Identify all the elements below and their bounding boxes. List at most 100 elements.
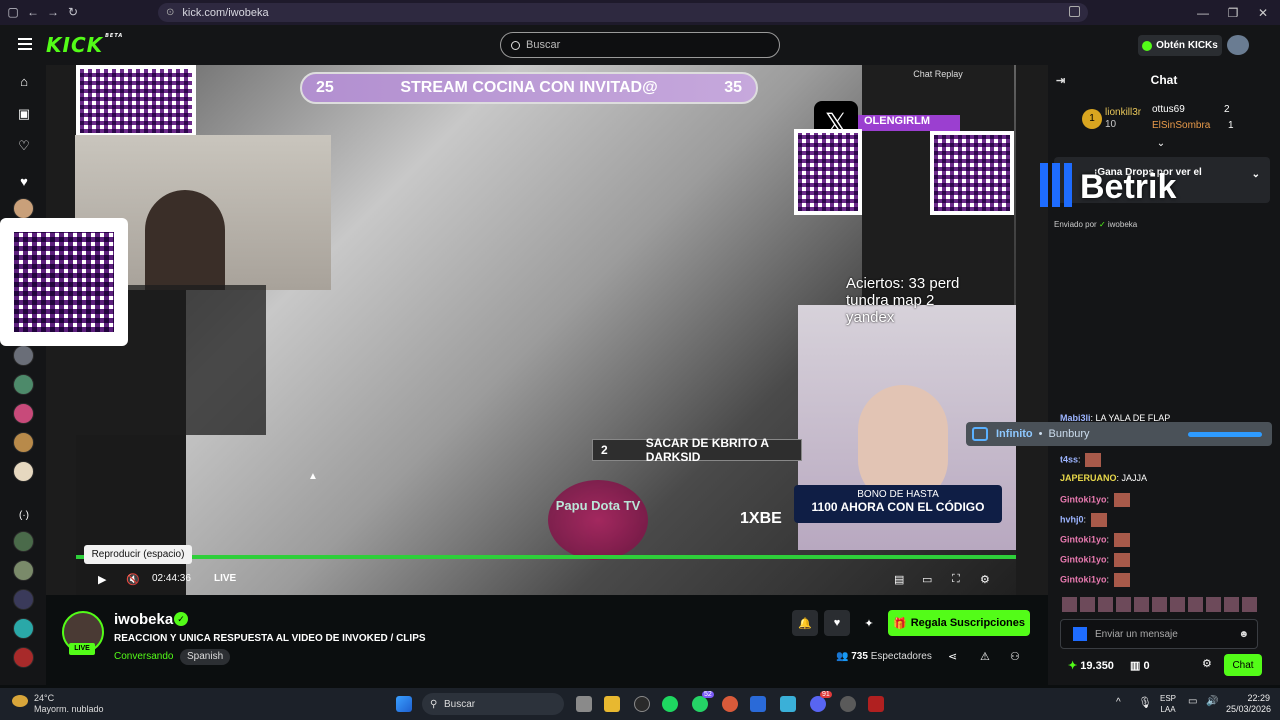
chat-send-button[interactable]: Chat: [1224, 654, 1262, 676]
chat-username[interactable]: t4ss: [1060, 454, 1078, 464]
site-info-icon[interactable]: ⊙: [166, 7, 174, 18]
system-clock[interactable]: 22:29 25/03/2026: [1226, 693, 1271, 715]
progress-bar[interactable]: [76, 555, 1016, 559]
video-player[interactable]: 25 STREAM COCINA CON INVITAD@ 35 Chat Re…: [46, 65, 1048, 595]
share-icon[interactable]: ⋖: [948, 650, 957, 663]
emote[interactable]: [1224, 597, 1239, 612]
minimize-icon[interactable]: —: [1186, 0, 1220, 25]
follow-heart-button[interactable]: ♥: [824, 610, 850, 636]
recommended-channel-avatar[interactable]: [13, 589, 34, 610]
browser-app-icon[interactable]: [634, 696, 650, 712]
chat-username[interactable]: Gintoki1yo: [1060, 554, 1107, 564]
gift-balance[interactable]: ▥ 0: [1130, 659, 1150, 672]
expand-leaderboard-icon[interactable]: ⌄: [1152, 135, 1170, 153]
dota-icon[interactable]: [868, 696, 884, 712]
emote[interactable]: [1080, 597, 1095, 612]
taskbar-search[interactable]: ⚲ Buscar: [422, 693, 564, 715]
language-indicator[interactable]: ESP LAA: [1160, 693, 1176, 715]
following-icon[interactable]: ♡: [15, 137, 33, 155]
tray-expand-icon[interactable]: ^: [1116, 697, 1121, 708]
emote[interactable]: [1116, 597, 1131, 612]
followed-channel-avatar[interactable]: [13, 403, 34, 424]
address-bar[interactable]: ⊙ kick.com/iwobeka: [158, 3, 1088, 22]
chat-username[interactable]: Gintoki1yo: [1060, 574, 1107, 584]
microphone-icon[interactable]: 🎙: [1138, 696, 1152, 709]
fullscreen-icon[interactable]: ⛶: [952, 573, 960, 586]
channel-name[interactable]: iwobeka: [114, 611, 173, 628]
app-icon[interactable]: [840, 696, 856, 712]
app-icon[interactable]: [750, 696, 766, 712]
chevron-down-icon[interactable]: ⌄: [1252, 169, 1260, 180]
emote[interactable]: [1134, 597, 1149, 612]
leader-name[interactable]: lionkill3r: [1105, 107, 1141, 118]
home-icon[interactable]: ⌂: [15, 73, 33, 91]
collapse-chat-icon[interactable]: ⇥: [1056, 74, 1065, 87]
app-icon[interactable]: [722, 696, 738, 712]
discord-icon[interactable]: [810, 696, 826, 712]
network-icon[interactable]: ▭: [1188, 696, 1197, 707]
get-kicks-button[interactable]: Obtén KICKs: [1138, 35, 1222, 56]
recommended-channel-avatar[interactable]: [13, 531, 34, 552]
maximize-icon[interactable]: ❐: [1216, 0, 1250, 25]
favorites-icon[interactable]: ♥: [15, 173, 33, 191]
followed-channel-avatar[interactable]: [13, 374, 34, 395]
windows-start-icon[interactable]: [396, 696, 412, 712]
notepad-icon[interactable]: [780, 696, 796, 712]
emote[interactable]: [1206, 597, 1221, 612]
back-icon[interactable]: ←: [22, 1, 44, 23]
followed-channel-avatar[interactable]: [13, 345, 34, 366]
menu-icon[interactable]: [18, 38, 32, 50]
chat-message-input[interactable]: Enviar un mensaje ☻: [1060, 619, 1258, 649]
followed-channel-avatar[interactable]: [13, 198, 34, 219]
reader-mode-icon[interactable]: [1069, 6, 1080, 17]
volume-icon[interactable]: 🔊: [1206, 696, 1218, 707]
chat-username[interactable]: hvhj0: [1060, 514, 1084, 524]
recommended-channel-avatar[interactable]: [13, 647, 34, 668]
leader-name[interactable]: ElSinSombra: [1152, 120, 1210, 131]
user-avatar[interactable]: [1227, 35, 1249, 55]
whatsapp-icon[interactable]: [692, 696, 708, 712]
emoji-icon[interactable]: ☻: [1238, 629, 1249, 640]
close-icon[interactable]: ✕: [1246, 0, 1280, 25]
live-radio-icon[interactable]: (·): [15, 507, 33, 525]
forward-icon[interactable]: →: [42, 1, 64, 23]
task-view-icon[interactable]: [576, 696, 592, 712]
stream-category[interactable]: Conversando: [114, 651, 173, 662]
gift-subscriptions-button[interactable]: 🎁 Regala Suscripciones: [888, 610, 1030, 636]
live-indicator[interactable]: LIVE: [214, 573, 236, 584]
leader-name[interactable]: ottus69: [1152, 104, 1185, 115]
emote[interactable]: [1098, 597, 1113, 612]
clip-icon[interactable]: ▤: [894, 573, 904, 586]
emote-bar[interactable]: [1062, 597, 1272, 615]
chat-settings-icon[interactable]: ⚙: [1202, 657, 1212, 670]
report-icon[interactable]: ⚠: [980, 650, 990, 663]
play-button[interactable]: ▶: [98, 573, 106, 586]
emote[interactable]: [1170, 597, 1185, 612]
emote[interactable]: [1242, 597, 1257, 612]
emote[interactable]: [1152, 597, 1167, 612]
language-tag[interactable]: Spanish: [180, 649, 231, 665]
notification-bell-button[interactable]: 🔔: [792, 610, 818, 636]
settings-icon[interactable]: ⚙: [980, 573, 990, 586]
user-options-icon[interactable]: ⚇: [1010, 650, 1020, 663]
reload-icon[interactable]: ↻: [62, 1, 84, 23]
weather-widget[interactable]: 24°C Mayorm. nublado: [12, 693, 104, 715]
recommended-channel-avatar[interactable]: [13, 618, 34, 639]
browse-icon[interactable]: ▣: [15, 105, 33, 123]
search-input[interactable]: Buscar: [500, 32, 780, 58]
kicks-balance[interactable]: ✦ 19.350: [1068, 659, 1114, 672]
volume-muted-icon[interactable]: 🔇: [126, 573, 140, 586]
recommended-channel-avatar[interactable]: [13, 560, 34, 581]
emote[interactable]: [1188, 597, 1203, 612]
followed-channel-avatar[interactable]: [13, 432, 34, 453]
spotify-icon[interactable]: [662, 696, 678, 712]
chat-username[interactable]: JAPERUANO: [1060, 473, 1117, 483]
sparkle-icon[interactable]: ✦: [856, 610, 882, 636]
chat-username[interactable]: Gintoki1yo: [1060, 534, 1107, 544]
file-explorer-icon[interactable]: [604, 696, 620, 712]
kick-logo[interactable]: KICK BETA: [46, 33, 123, 57]
chat-username[interactable]: Mabi3li: [1060, 413, 1091, 423]
emote[interactable]: [1062, 597, 1077, 612]
browser-menu-icon[interactable]: ▢: [2, 1, 24, 23]
chat-username[interactable]: Gintoki1yo: [1060, 494, 1107, 504]
